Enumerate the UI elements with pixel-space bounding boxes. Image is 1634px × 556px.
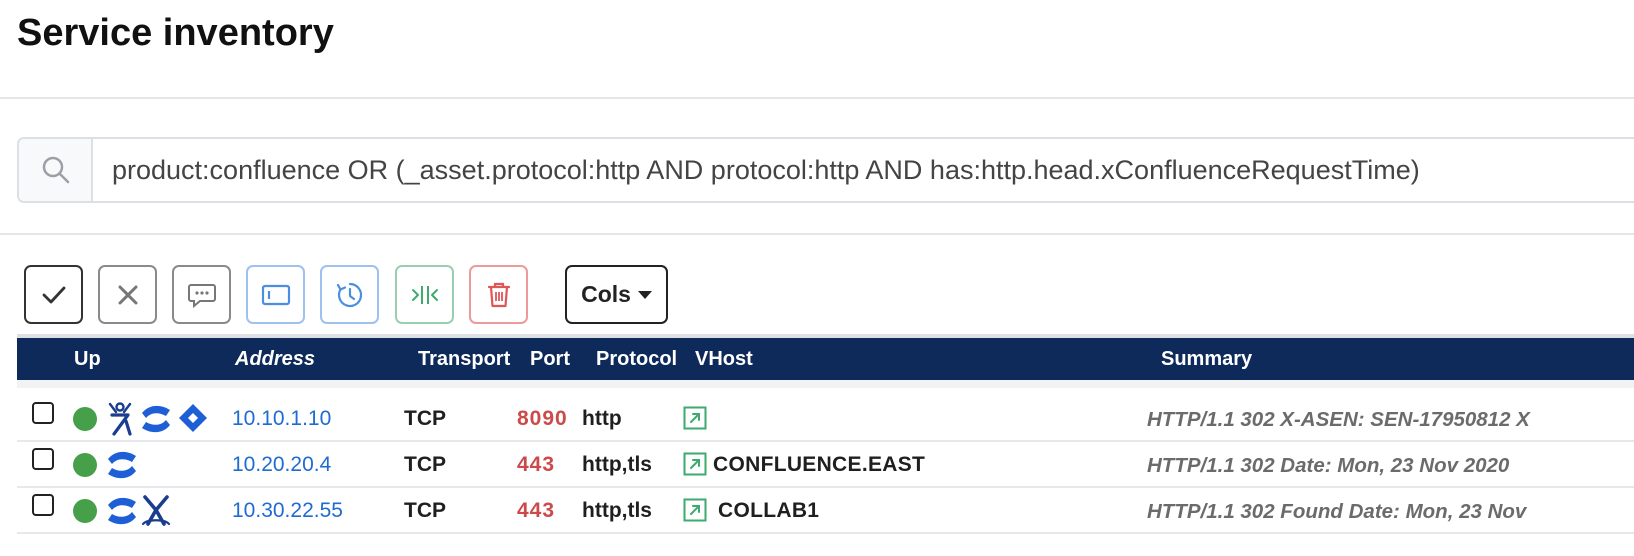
search-addon[interactable] xyxy=(19,139,93,201)
confirm-button[interactable] xyxy=(24,265,83,324)
transport-value: TCP xyxy=(404,499,446,522)
merge-button[interactable] xyxy=(395,265,454,324)
up-status-dot xyxy=(73,407,97,431)
protocol-value: http xyxy=(582,407,622,430)
transport-value: TCP xyxy=(404,407,446,430)
protocol-value: http,tls xyxy=(582,453,652,476)
jira-service-desk-icon xyxy=(108,402,132,436)
column-header-transport[interactable]: Transport xyxy=(418,348,510,371)
up-status-dot xyxy=(73,499,97,523)
address-link[interactable]: 10.10.1.10 xyxy=(232,407,331,431)
close-icon xyxy=(118,285,137,304)
table-row[interactable]: 10.20.20.4 TCP 443 http,tls CONFLUENCE.E… xyxy=(17,442,1634,488)
confluence-icon xyxy=(108,451,136,479)
row-checkbox[interactable] xyxy=(32,494,54,516)
search-bar xyxy=(17,137,1634,203)
external-link-icon[interactable] xyxy=(683,498,707,522)
comment-button[interactable] xyxy=(172,265,231,324)
jira-icon xyxy=(179,404,207,432)
header-divider xyxy=(0,97,1634,99)
confluence-icon xyxy=(142,405,170,433)
columns-dropdown[interactable]: Cols xyxy=(565,265,668,324)
summary-value: HTTP/1.1 302 Date: Mon, 23 Nov 2020 xyxy=(1147,454,1510,477)
reject-button[interactable] xyxy=(98,265,157,324)
column-header-protocol[interactable]: Protocol xyxy=(596,348,677,371)
table-header-spacer xyxy=(17,380,1634,388)
vhost-value: CONFLUENCE.EAST xyxy=(713,453,926,476)
protocol-value: http,tls xyxy=(582,499,652,522)
jira-software-icon xyxy=(141,495,171,526)
address-link[interactable]: 10.20.20.4 xyxy=(232,453,331,477)
search-divider xyxy=(0,233,1634,235)
table-header: Up Address Transport Port Protocol VHost… xyxy=(17,338,1634,380)
caret-down-icon xyxy=(637,290,652,299)
summary-value: HTTP/1.1 302 X-ASEN: SEN-17950812 X xyxy=(1147,408,1530,431)
check-icon xyxy=(42,286,65,303)
comment-icon xyxy=(187,283,216,308)
columns-label: Cols xyxy=(581,281,631,307)
view-button[interactable] xyxy=(246,265,305,324)
port-value: 443 xyxy=(517,499,556,522)
column-header-up[interactable]: Up xyxy=(74,348,101,371)
trash-icon xyxy=(487,282,510,307)
summary-value: HTTP/1.1 302 Found Date: Mon, 23 Nov xyxy=(1147,500,1527,523)
window-icon xyxy=(261,284,290,305)
delete-button[interactable] xyxy=(469,265,528,324)
row-checkbox[interactable] xyxy=(32,448,54,470)
table-row[interactable]: 10.10.1.10 TCP 8090 http HTTP/1.1 302 X-… xyxy=(17,396,1634,442)
port-value: 443 xyxy=(517,453,556,476)
column-header-vhost[interactable]: VHost xyxy=(695,348,753,371)
table-row[interactable]: 10.30.22.55 TCP 443 http,tls COLLAB1 HTT… xyxy=(17,488,1634,534)
search-input[interactable] xyxy=(97,139,1634,201)
merge-icon xyxy=(411,285,438,304)
history-icon xyxy=(336,282,362,307)
column-header-port[interactable]: Port xyxy=(530,348,570,371)
port-value: 8090 xyxy=(517,407,568,430)
row-checkbox[interactable] xyxy=(32,402,54,424)
search-icon xyxy=(42,156,70,184)
vhost-value: COLLAB1 xyxy=(718,499,820,522)
page-title: Service inventory xyxy=(17,12,334,54)
up-status-dot xyxy=(73,453,97,477)
column-header-summary[interactable]: Summary xyxy=(1161,348,1252,371)
column-header-address[interactable]: Address xyxy=(235,348,315,371)
history-button[interactable] xyxy=(320,265,379,324)
external-link-icon[interactable] xyxy=(683,406,707,430)
confluence-icon xyxy=(108,497,136,525)
transport-value: TCP xyxy=(404,453,446,476)
address-link[interactable]: 10.30.22.55 xyxy=(232,499,343,523)
external-link-icon[interactable] xyxy=(683,452,707,476)
